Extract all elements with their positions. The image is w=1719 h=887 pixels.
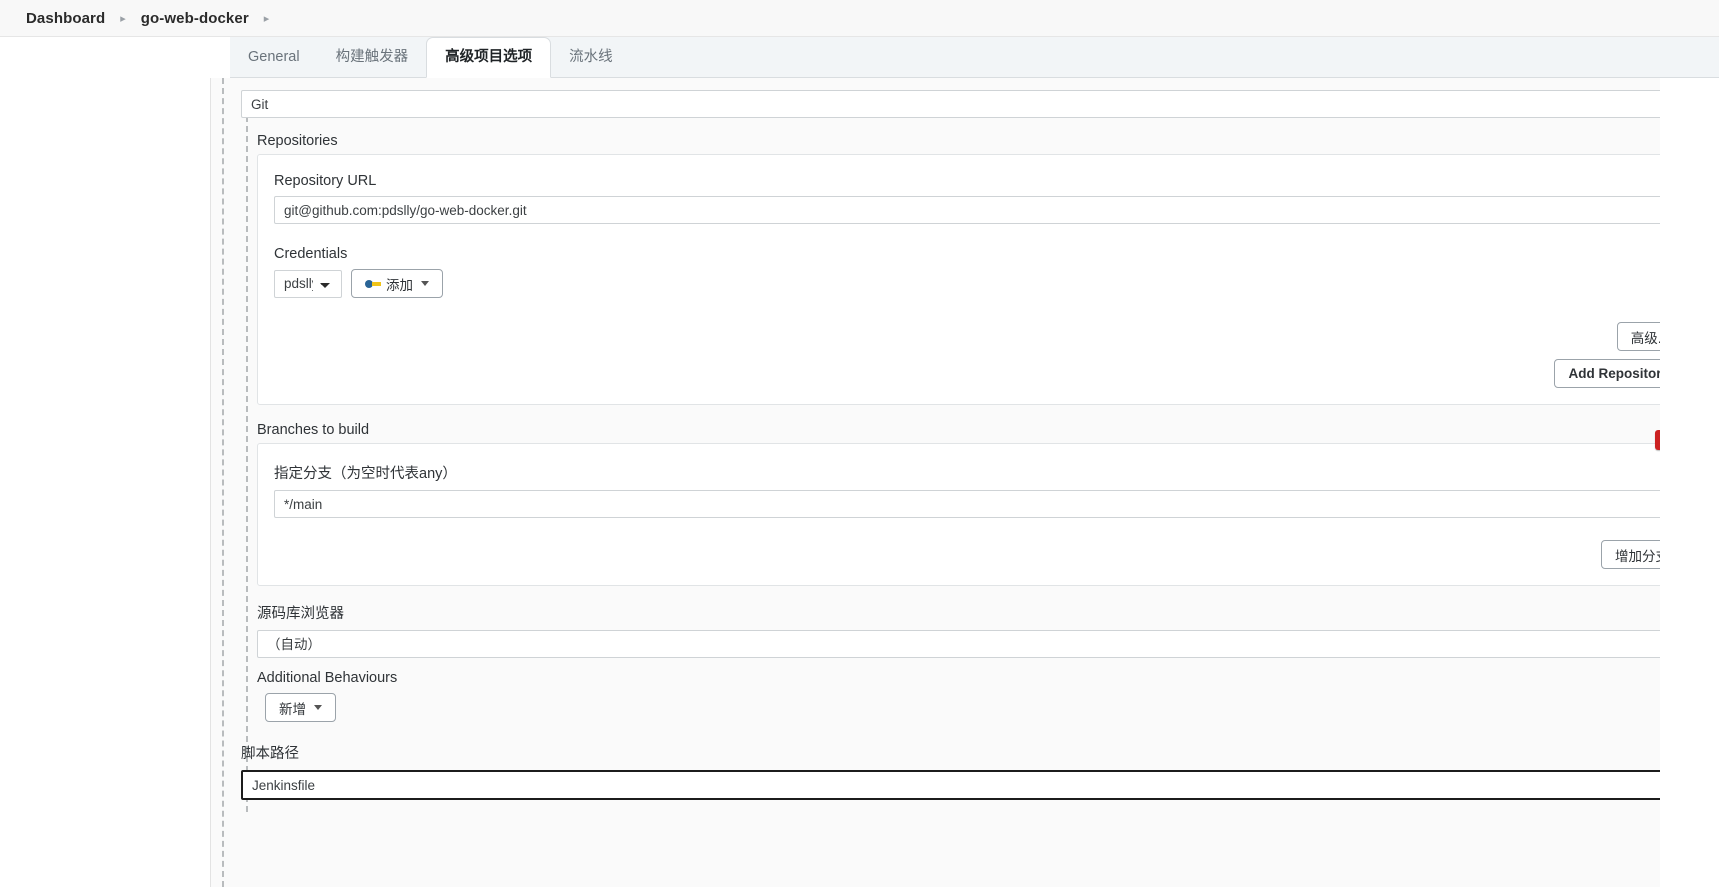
branch-panel: X 指定分支（为空时代表any） ? 增加分支: [257, 430, 1700, 586]
tab-region: General 构建触发器 高级项目选项 流水线: [0, 37, 1719, 78]
branches-title: Branches to build: [257, 422, 370, 438]
tab-pipeline[interactable]: 流水线: [551, 37, 631, 77]
repositories-title: Repositories: [257, 133, 338, 149]
script-path-input[interactable]: [241, 770, 1700, 800]
scm-form: Git Repositories ? Repository URL ? Cred…: [241, 90, 1712, 800]
breadcrumb-item-dashboard[interactable]: Dashboard: [20, 10, 111, 27]
repository-browser-select[interactable]: （自动）: [257, 630, 1700, 658]
right-gutter: [1660, 78, 1719, 887]
repository-browser-field: 源码库浏览器 ? （自动）: [257, 600, 1712, 658]
branches-section: Branches to build ? X 指定分支（为空时代表any） ? 增…: [241, 421, 1700, 586]
add-credentials-label: 添加: [386, 277, 413, 293]
form-column: Git Repositories ? Repository URL ? Cred…: [210, 78, 1719, 887]
repositories-section: Repositories ? Repository URL ? Credenti…: [241, 132, 1700, 405]
tab-advanced-project-options[interactable]: 高级项目选项: [426, 37, 552, 78]
credentials-label: Credentials: [274, 246, 348, 262]
additional-behaviours-label: Additional Behaviours: [257, 670, 398, 686]
key-icon: [365, 278, 381, 289]
repository-url-label: Repository URL: [274, 173, 377, 189]
add-branch-row: 增加分支: [274, 540, 1683, 569]
breadcrumb-dropdown-icon[interactable]: ▸: [255, 13, 279, 25]
credentials-row: pdslly 添加: [274, 269, 1683, 298]
nested-section-guide-outer: [222, 78, 224, 887]
repository-url-field: Repository URL ?: [274, 173, 1683, 224]
branch-specifier-input[interactable]: [274, 490, 1683, 518]
tab-build-triggers[interactable]: 构建触发器: [318, 37, 427, 77]
chevron-down-icon: [314, 705, 322, 710]
repository-url-input[interactable]: [274, 196, 1683, 224]
add-credentials-button[interactable]: 添加: [351, 269, 443, 298]
chevron-down-icon: [421, 281, 429, 286]
add-behaviour-button[interactable]: 新增: [265, 693, 336, 722]
additional-behaviours-section: Additional Behaviours 新增: [257, 670, 1700, 722]
tab-general[interactable]: General: [230, 37, 318, 77]
page-content: Git Repositories ? Repository URL ? Cred…: [0, 78, 1719, 887]
branch-specifier-label: 指定分支（为空时代表any）: [274, 466, 457, 482]
advanced-row: 高级...: [274, 322, 1683, 351]
add-behaviour-label: 新增: [279, 701, 306, 717]
breadcrumb-item-project[interactable]: go-web-docker: [135, 10, 255, 27]
script-path-label: 脚本路径: [241, 746, 299, 762]
credentials-select[interactable]: pdslly: [274, 269, 342, 298]
breadcrumb-separator-icon: ▸: [120, 12, 126, 25]
repository-browser-label: 源码库浏览器: [257, 606, 344, 622]
breadcrumb: Dashboard ▸ go-web-docker ▸: [0, 0, 1719, 37]
add-repository-row: Add Repository: [274, 359, 1683, 388]
credentials-field: Credentials ? pdslly 添加: [274, 246, 1683, 298]
repository-panel: Repository URL ? Credentials ? pdslly: [257, 154, 1700, 405]
script-path-field: 脚本路径 ?: [241, 740, 1700, 800]
scm-select[interactable]: Git: [241, 90, 1700, 118]
branch-specifier-field: 指定分支（为空时代表any） ?: [274, 462, 1683, 518]
tab-strip: General 构建触发器 高级项目选项 流水线: [230, 37, 1719, 78]
